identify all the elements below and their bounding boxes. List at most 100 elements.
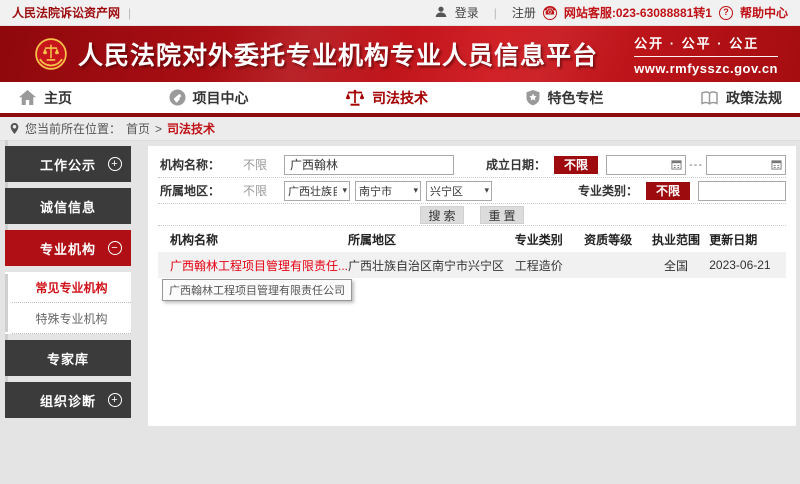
submenu-label: 特殊专业机构 (35, 310, 107, 327)
page-title: 人民法院对外委托专业机构专业人员信息平台 (78, 36, 598, 72)
register-link[interactable]: 注册 (512, 4, 536, 21)
form-actions: 搜索 重置 (158, 204, 786, 226)
nav-item-featured[interactable]: 特色专栏 (525, 88, 604, 108)
cell-scope: 全国 (643, 252, 709, 278)
breadcrumb-separator: > (155, 122, 162, 136)
org-name-tooltip: 广西翰林工程项目管理有限责任公司 (162, 279, 352, 301)
header-updated: 更新日期 (709, 226, 786, 252)
org-name-any-button[interactable]: 不限 (234, 156, 276, 173)
cell-category: 工程造价 (504, 252, 573, 278)
scales-icon (345, 89, 365, 106)
results-table: 机构名称 所属地区 专业类别 资质等级 执业范围 更新日期 广西翰林工程项目管理… (158, 226, 786, 278)
asset-site-link[interactable]: 人民法院诉讼资产网 (12, 4, 120, 21)
help-center-link[interactable]: 帮助中心 (740, 4, 788, 21)
submenu-label: 常见专业机构 (35, 279, 107, 296)
sidebar-item-expert-pool[interactable]: 专家库 (5, 340, 131, 376)
category-group: 专业类别： 不限 (576, 181, 786, 201)
form-row-region: 所属地区： 不限 广西壮族自治 南宁市 兴宁区 专业类别： 不限 (158, 178, 786, 204)
nav-item-judicial-tech[interactable]: 司法技术 (345, 88, 428, 108)
cell-region: 广西壮族自治区南宁市兴宁区 (348, 252, 504, 278)
sidebar-item-label: 工作公示 (40, 155, 96, 174)
header-grade: 资质等级 (573, 226, 642, 252)
sidebar-item-integrity-info[interactable]: 诚信信息 (5, 188, 131, 224)
reset-button[interactable]: 重置 (480, 206, 524, 224)
project-center-icon (169, 89, 186, 106)
founded-date-label: 成立日期： (486, 156, 546, 173)
header-org-name: 机构名称 (158, 226, 348, 252)
court-emblem-icon (34, 37, 68, 71)
topbar-divider: | (128, 6, 131, 20)
header-scope: 执业范围 (643, 226, 709, 252)
category-any-button[interactable]: 不限 (646, 182, 690, 200)
breadcrumb-current: 司法技术 (167, 120, 215, 137)
breadcrumb-home-link[interactable]: 首页 (126, 120, 150, 137)
site-banner: 人民法院对外委托专业机构专业人员信息平台 公开 · 公平 · 公正 www.rm… (0, 26, 800, 82)
nav-label: 政策法规 (726, 88, 782, 108)
date-range-separator: --- (689, 159, 703, 171)
header-category: 专业类别 (504, 226, 573, 252)
banner-right: 公开 · 公平 · 公正 www.rmfysszc.gov.cn (634, 33, 778, 76)
founded-any-button[interactable]: 不限 (554, 156, 598, 174)
sidebar-item-label: 组织诊断 (40, 391, 96, 410)
calendar-icon[interactable] (771, 159, 782, 170)
table-row: 广西翰林工程项目管理有限责任... 广西壮族自治区南宁市兴宁区 工程造价 全国 … (158, 252, 786, 278)
region-any-button[interactable]: 不限 (234, 182, 276, 199)
login-link[interactable]: 登录 (455, 4, 479, 21)
district-select[interactable]: 兴宁区 (426, 181, 492, 201)
sidebar-item-work-publicity[interactable]: 工作公示 (5, 146, 131, 182)
cell-updated: 2023-06-21 (709, 252, 786, 278)
location-pin-icon (9, 122, 20, 135)
home-icon (18, 89, 37, 106)
form-row-org-name: 机构名称： 不限 成立日期： 不限 --- (158, 152, 786, 178)
province-select-value: 广西壮族自治 (288, 183, 337, 199)
help-icon (719, 6, 733, 20)
expand-icon[interactable] (108, 393, 122, 407)
category-label: 专业类别： (578, 182, 638, 199)
sidebar-item-label: 专业机构 (40, 239, 96, 258)
province-select[interactable]: 广西壮族自治 (284, 181, 350, 201)
calendar-icon[interactable] (671, 159, 682, 170)
nav-item-policies[interactable]: 政策法规 (700, 88, 782, 108)
header-region: 所属地区 (348, 226, 504, 252)
login-register-divider: | (494, 6, 497, 20)
submenu-item-special-orgs[interactable]: 特殊专业机构 (12, 303, 131, 334)
sidebar-item-org-diagnosis[interactable]: 组织诊断 (5, 382, 131, 418)
nav-label: 特色专栏 (548, 88, 604, 108)
slogan-text: 公开 · 公平 · 公正 (634, 33, 778, 57)
org-name-input[interactable] (284, 155, 454, 175)
sidebar-item-professional-orgs[interactable]: 专业机构 (5, 230, 131, 266)
cell-org-name: 广西翰林工程项目管理有限责任... (158, 252, 348, 278)
district-select-value: 兴宁区 (430, 183, 479, 199)
topbar-right: 登录 | 注册 ☎ 网站客服:023-63088881转1 帮助中心 (434, 4, 788, 21)
book-icon (700, 90, 719, 106)
user-icon (434, 5, 448, 21)
sidebar-item-label: 专家库 (47, 349, 89, 368)
shield-star-icon (525, 89, 541, 106)
main-nav: 主页 项目中心 司法技术 特色专栏 政策法规 (0, 82, 800, 113)
main-panel: 机构名称： 不限 成立日期： 不限 --- 所属地区： 不限 广西壮族自治 (148, 146, 796, 426)
sidebar-submenu: 常见专业机构 特殊专业机构 (5, 272, 131, 334)
top-utility-bar: 人民法院诉讼资产网 | 登录 | 注册 ☎ 网站客服:023-63088881转… (0, 0, 800, 26)
nav-label: 主页 (44, 88, 72, 108)
category-input[interactable] (698, 181, 786, 201)
org-name-label: 机构名称： (160, 156, 220, 173)
city-select[interactable]: 南宁市 (355, 181, 421, 201)
founded-start-input[interactable] (606, 155, 686, 175)
org-detail-link[interactable]: 广西翰林工程项目管理有限责任... (170, 259, 348, 273)
search-button[interactable]: 搜索 (420, 206, 464, 224)
breadcrumb: 您当前所在位置： 首页 > 司法技术 (0, 117, 800, 141)
expand-icon[interactable] (108, 157, 122, 171)
region-label: 所属地区： (160, 182, 220, 199)
nav-item-project-center[interactable]: 项目中心 (169, 88, 249, 108)
cell-grade (573, 252, 642, 278)
nav-item-home[interactable]: 主页 (18, 88, 72, 108)
hotline-text: 网站客服:023-63088881转1 (564, 4, 712, 21)
nav-label: 司法技术 (372, 88, 428, 108)
founded-end-input[interactable] (706, 155, 786, 175)
founded-date-group: 成立日期： 不限 --- (484, 155, 786, 175)
table-header-row: 机构名称 所属地区 专业类别 资质等级 执业范围 更新日期 (158, 226, 786, 252)
city-select-value: 南宁市 (359, 183, 408, 199)
content-area: 工作公示 诚信信息 专业机构 常见专业机构 特殊专业机构 专家库 组织诊断 (0, 141, 800, 484)
submenu-item-common-orgs[interactable]: 常见专业机构 (12, 272, 131, 303)
collapse-icon[interactable] (108, 241, 122, 255)
